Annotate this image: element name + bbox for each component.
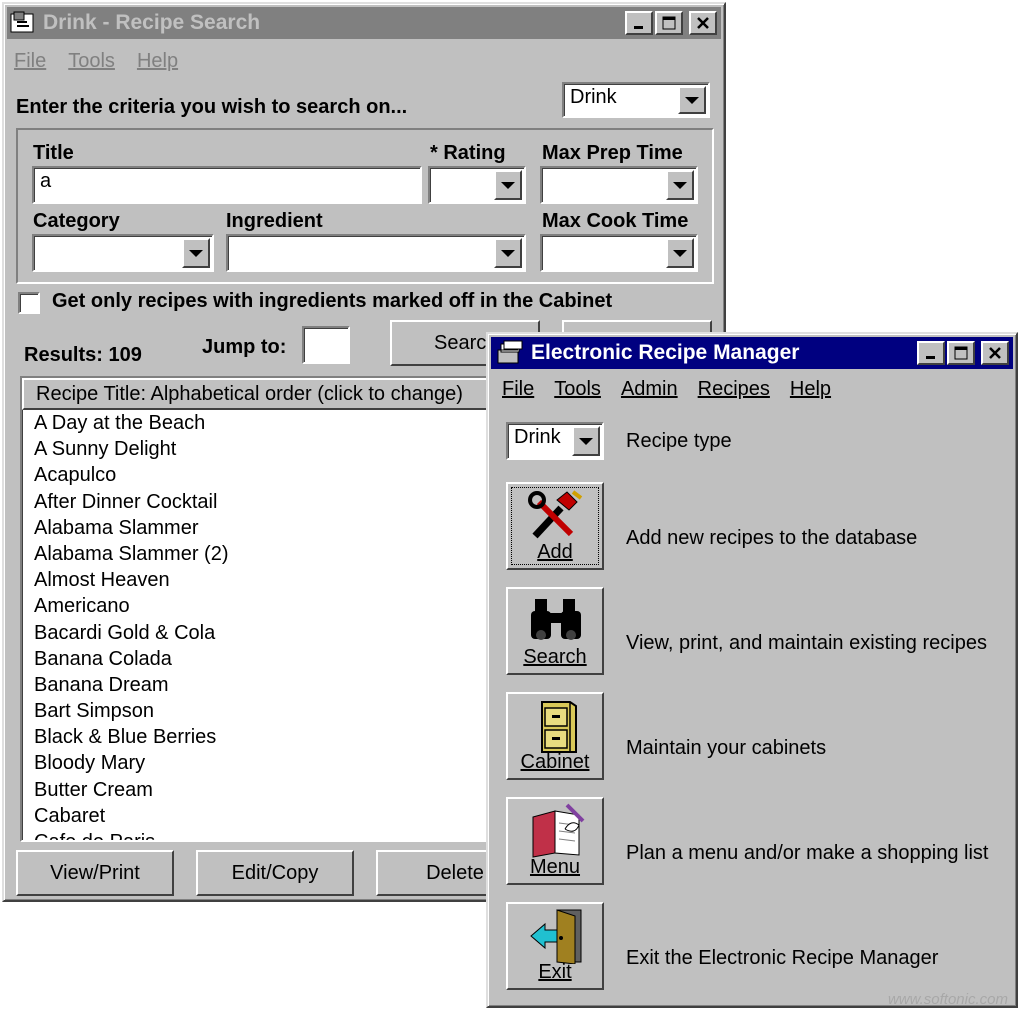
recipe-list-header-label: Recipe Title: Alphabetical order (click … xyxy=(36,383,463,405)
minimize-button[interactable] xyxy=(917,341,945,365)
ingredient-label: Ingredient xyxy=(226,210,323,232)
add-button-label: Add xyxy=(537,541,573,563)
menu-tools[interactable]: Tools xyxy=(554,378,601,401)
cabinet-checkbox-label[interactable]: Get only recipes with ingredients marked… xyxy=(52,290,612,313)
manager-menubar: File Tools Admin Recipes Help xyxy=(502,378,831,401)
cabinet-description: Maintain your cabinets xyxy=(626,737,827,759)
minimize-icon xyxy=(926,356,935,359)
jump-to-input[interactable] xyxy=(302,326,350,364)
max-prep-select[interactable] xyxy=(540,166,698,204)
manager-recipe-type-value: Drink xyxy=(514,426,561,448)
cabinet-button-label: Cabinet xyxy=(520,751,590,773)
view-print-button[interactable]: View/Print xyxy=(16,850,174,896)
max-cook-label: Max Cook Time xyxy=(542,210,689,232)
manager-window-titlebar[interactable]: Electronic Recipe Manager xyxy=(491,337,1013,369)
recipe-manager-window: Electronic Recipe Manager File Tools Adm… xyxy=(486,332,1018,1008)
search-recipes-button[interactable]: Search xyxy=(506,587,604,675)
cabinet-icon xyxy=(541,701,577,753)
add-description: Add new recipes to the database xyxy=(626,527,918,549)
title-input[interactable]: a xyxy=(32,166,422,204)
jump-to-label: Jump to: xyxy=(202,336,287,358)
title-label: Title xyxy=(33,142,74,164)
search-window-title: Drink - Recipe Search xyxy=(43,11,261,34)
manager-recipe-type-select[interactable]: Drink xyxy=(506,422,604,460)
edit-copy-button[interactable]: Edit/Copy xyxy=(196,850,354,896)
search-menubar: File Tools Help xyxy=(14,50,178,73)
view-print-label: View/Print xyxy=(50,861,140,884)
edit-copy-label: Edit/Copy xyxy=(231,861,319,884)
menu-file[interactable]: File xyxy=(14,50,46,73)
chevron-down-icon[interactable] xyxy=(666,170,694,200)
maximize-button[interactable] xyxy=(947,341,975,365)
menu-description: Plan a menu and/or make a shopping list xyxy=(626,842,989,864)
binoculars-icon xyxy=(531,599,581,640)
recipe-type-select[interactable]: Drink xyxy=(562,82,710,118)
exit-description: Exit the Electronic Recipe Manager xyxy=(626,947,939,969)
recipe-box-icon xyxy=(497,340,523,364)
ingredient-select[interactable] xyxy=(226,234,526,272)
exit-door-icon xyxy=(530,909,582,964)
rating-label: * Rating xyxy=(430,142,506,164)
close-icon xyxy=(697,17,709,29)
manager-window-title: Electronic Recipe Manager xyxy=(531,341,800,364)
recipe-type-value: Drink xyxy=(570,86,617,108)
criteria-prompt: Enter the criteria you wish to search on… xyxy=(16,96,408,118)
watermark: www.softonic.com xyxy=(887,991,1008,1008)
category-select[interactable] xyxy=(32,234,214,272)
menu-button-label: Menu xyxy=(529,856,581,878)
app-icon xyxy=(10,11,34,33)
rating-select[interactable] xyxy=(428,166,526,204)
close-button[interactable] xyxy=(689,11,717,35)
chevron-down-icon[interactable] xyxy=(494,238,522,268)
exit-button[interactable]: Exit xyxy=(506,902,604,990)
maximize-button[interactable] xyxy=(655,11,683,35)
menu-button[interactable]: Menu xyxy=(506,797,604,885)
close-icon xyxy=(989,347,1001,359)
criteria-groupbox: Title * Rating Max Prep Time a Category … xyxy=(16,128,714,284)
maximize-icon xyxy=(954,346,968,360)
close-button[interactable] xyxy=(981,341,1009,365)
menu-tools[interactable]: Tools xyxy=(68,50,115,73)
cabinet-checkbox[interactable] xyxy=(18,292,40,314)
chevron-down-icon[interactable] xyxy=(182,238,210,268)
maximize-icon xyxy=(662,16,676,30)
menu-help[interactable]: Help xyxy=(790,378,831,401)
results-count: Results: 109 xyxy=(24,344,142,366)
title-input-value: a xyxy=(40,170,52,192)
minimize-icon xyxy=(634,26,643,29)
chevron-down-icon[interactable] xyxy=(666,238,694,268)
exit-button-label: Exit xyxy=(538,961,572,983)
max-prep-label: Max Prep Time xyxy=(542,142,683,164)
notebook-icon xyxy=(532,803,585,858)
minimize-button[interactable] xyxy=(625,11,653,35)
search-recipes-label: Search xyxy=(523,646,587,668)
cabinet-button[interactable]: Cabinet xyxy=(506,692,604,780)
max-cook-select[interactable] xyxy=(540,234,698,272)
menu-admin[interactable]: Admin xyxy=(621,378,678,401)
chevron-down-icon[interactable] xyxy=(572,426,600,456)
chevron-down-icon[interactable] xyxy=(678,86,706,114)
menu-recipes[interactable]: Recipes xyxy=(698,378,770,401)
add-button[interactable]: Add xyxy=(506,482,604,570)
search-window-titlebar[interactable]: Drink - Recipe Search xyxy=(7,7,721,39)
recipe-type-label: Recipe type xyxy=(626,430,732,452)
tools-icon xyxy=(528,490,583,539)
delete-label: Delete xyxy=(426,861,484,884)
menu-file[interactable]: File xyxy=(502,378,534,401)
search-description: View, print, and maintain existing recip… xyxy=(626,632,987,654)
category-label: Category xyxy=(33,210,120,232)
chevron-down-icon[interactable] xyxy=(494,170,522,200)
menu-help[interactable]: Help xyxy=(137,50,178,73)
